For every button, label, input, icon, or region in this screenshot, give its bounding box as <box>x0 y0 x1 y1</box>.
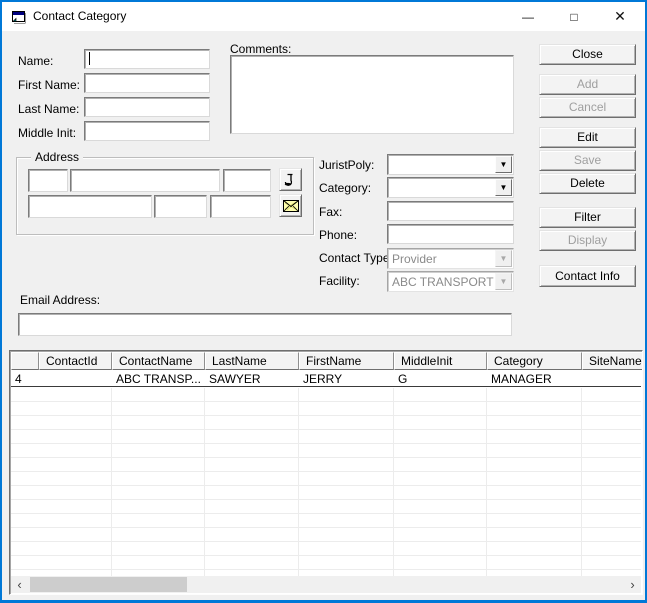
email-address-input[interactable] <box>18 313 512 336</box>
column-header-firstname[interactable]: FirstName <box>299 352 394 370</box>
last-name-label: Last Name: <box>18 102 80 116</box>
juristpoly-label: JuristPoly: <box>319 158 375 172</box>
maximize-button[interactable]: □ <box>551 2 597 31</box>
contact-category-window: Contact Category — □ ✕ Name: First Name:… <box>0 0 647 603</box>
close-button[interactable]: Close <box>539 44 636 65</box>
address-line2-field2[interactable] <box>154 195 207 218</box>
phone-label: Phone: <box>319 228 358 242</box>
fax-label: Fax: <box>319 205 343 219</box>
maximize-icon: □ <box>570 9 578 24</box>
cell-contactname: ABC TRANSP... <box>116 372 201 386</box>
record-selector-header <box>11 352 39 370</box>
first-name-input[interactable] <box>84 73 210 93</box>
name-input[interactable] <box>84 49 210 69</box>
middle-init-label: Middle Init: <box>18 126 77 140</box>
cell-category: MANAGER <box>491 372 552 386</box>
address-line2-field3[interactable] <box>210 195 271 218</box>
last-name-input[interactable] <box>84 97 210 117</box>
cell-middleinit: G <box>398 372 408 386</box>
contact-type-label: Contact Type: <box>319 251 393 265</box>
scroll-right-icon[interactable]: › <box>624 576 641 593</box>
comments-label: Comments: <box>230 42 292 56</box>
address-line1-field3[interactable] <box>223 169 271 192</box>
text-caret <box>89 52 90 65</box>
email-address-label: Email Address: <box>20 293 101 307</box>
cancel-button[interactable]: Cancel <box>539 97 636 118</box>
column-header-middleinit[interactable]: MiddleInit <box>394 352 487 370</box>
cell-lastname: SAWYER <box>209 372 261 386</box>
chevron-down-icon: ▼ <box>495 273 512 290</box>
category-label: Category: <box>319 181 372 195</box>
facility-label: Facility: <box>319 274 360 288</box>
grid-header: ContactId ContactName LastName FirstName… <box>11 352 642 370</box>
save-button[interactable]: Save <box>539 150 636 171</box>
filter-button[interactable]: Filter <box>539 207 636 228</box>
column-header-contactid[interactable]: ContactId <box>39 352 112 370</box>
address-line1-field2[interactable] <box>70 169 220 192</box>
name-label: Name: <box>18 54 54 68</box>
comments-input[interactable] <box>230 55 514 134</box>
fax-input[interactable] <box>387 201 514 221</box>
address-line1-field1[interactable] <box>28 169 68 192</box>
facility-combo: ABC TRANSPORT ▼ <box>387 271 514 292</box>
address-line2-field1[interactable] <box>28 195 152 218</box>
phone-input[interactable] <box>387 224 514 244</box>
first-name-label: First Name: <box>18 78 81 92</box>
juristpoly-combo[interactable]: ▼ <box>387 154 514 175</box>
dial-icon <box>284 173 293 186</box>
grid-empty-area <box>11 388 641 576</box>
cell-firstname: JERRY <box>303 372 343 386</box>
add-button[interactable]: Add <box>539 74 636 95</box>
contact-info-button[interactable]: Contact Info <box>539 265 636 287</box>
scroll-left-icon[interactable]: ‹ <box>11 576 28 593</box>
scrollbar-thumb[interactable] <box>30 577 187 592</box>
column-header-category[interactable]: Category <box>487 352 582 370</box>
scrollbar-track[interactable] <box>28 576 624 593</box>
cell-contactid: 4 <box>15 372 22 386</box>
cell-sitename <box>582 370 642 386</box>
email-button[interactable] <box>279 194 302 217</box>
column-header-lastname[interactable]: LastName <box>205 352 299 370</box>
table-row[interactable]: 4 ABC TRANSP... SAWYER JERRY G MANAGER <box>11 370 641 387</box>
minimize-icon: — <box>522 9 534 24</box>
middle-init-input[interactable] <box>84 121 210 141</box>
minimize-button[interactable]: — <box>505 2 551 31</box>
close-icon: ✕ <box>614 8 626 24</box>
chevron-down-icon[interactable]: ▼ <box>495 179 512 196</box>
dial-button[interactable] <box>279 168 302 191</box>
column-header-sitename[interactable]: SiteName <box>582 352 642 370</box>
contact-type-combo: Provider ▼ <box>387 248 514 269</box>
chevron-down-icon: ▼ <box>495 250 512 267</box>
titlebar: Contact Category — □ ✕ <box>2 2 645 31</box>
address-group-label: Address <box>31 150 84 164</box>
column-header-contactname[interactable]: ContactName <box>112 352 205 370</box>
horizontal-scrollbar[interactable]: ‹ › <box>11 576 641 593</box>
contacts-grid[interactable]: ContactId ContactName LastName FirstName… <box>9 350 643 595</box>
window-title: Contact Category <box>33 9 127 23</box>
chevron-down-icon[interactable]: ▼ <box>495 156 512 173</box>
delete-button[interactable]: Delete <box>539 173 636 194</box>
edit-button[interactable]: Edit <box>539 127 636 148</box>
category-combo[interactable]: ▼ <box>387 177 514 198</box>
email-icon <box>282 199 299 212</box>
close-window-button[interactable]: ✕ <box>597 2 643 31</box>
form-icon <box>12 11 26 24</box>
display-button[interactable]: Display <box>539 230 636 251</box>
